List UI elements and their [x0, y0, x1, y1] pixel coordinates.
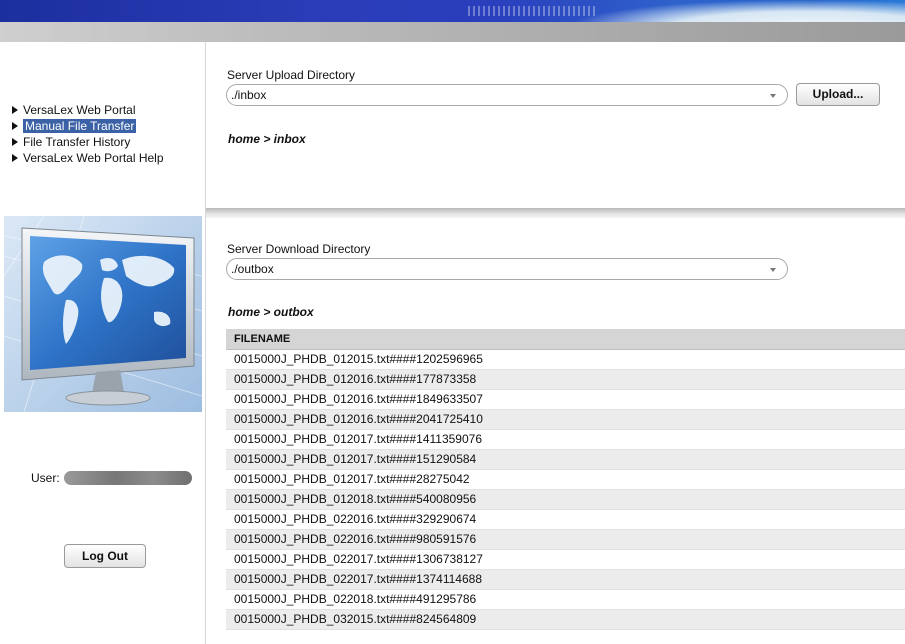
chevron-down-icon	[770, 268, 776, 272]
table-row[interactable]: 0015000J_PHDB_012017.txt####151290584	[226, 450, 905, 470]
nav-item-label: File Transfer History	[23, 135, 131, 149]
user-label: User:	[31, 471, 60, 485]
table-row[interactable]: 0015000J_PHDB_022017.txt####1374114688	[226, 570, 905, 590]
nav-item-help[interactable]: VersaLex Web Portal Help	[12, 150, 164, 166]
column-header-filename[interactable]: FILENAME	[226, 329, 905, 350]
nav-item-web-portal[interactable]: VersaLex Web Portal	[12, 102, 164, 118]
download-breadcrumb: home > outbox	[228, 305, 314, 319]
monitor-world-map-illustration	[4, 216, 202, 412]
upload-button[interactable]: Upload...	[796, 83, 880, 106]
triangle-right-icon	[12, 106, 18, 114]
table-row[interactable]: 0015000J_PHDB_012015.txt####1202596965	[226, 350, 905, 370]
file-table: FILENAME 0015000J_PHDB_012015.txt####120…	[226, 329, 905, 630]
banner-glow	[575, 0, 905, 22]
nav-item-label: Manual File Transfer	[23, 119, 137, 133]
table-row[interactable]: 0015000J_PHDB_022016.txt####329290674	[226, 510, 905, 530]
redacted-username	[63, 471, 192, 485]
header-banner	[0, 0, 905, 22]
triangle-right-icon	[12, 138, 18, 146]
table-row[interactable]: 0015000J_PHDB_012018.txt####540080956	[226, 490, 905, 510]
chevron-down-icon	[770, 94, 776, 98]
download-directory-value: ./outbox	[231, 262, 274, 276]
download-directory-label: Server Download Directory	[227, 242, 371, 256]
nav-item-label: VersaLex Web Portal	[23, 103, 136, 117]
file-table-body: 0015000J_PHDB_012015.txt####1202596965 0…	[226, 350, 905, 630]
user-info: User:	[31, 471, 192, 485]
upload-breadcrumb: home > inbox	[228, 132, 306, 146]
sidebar-nav: VersaLex Web Portal Manual File Transfer…	[12, 102, 164, 166]
table-row[interactable]: 0015000J_PHDB_012017.txt####1411359076	[226, 430, 905, 450]
triangle-right-icon	[12, 154, 18, 162]
section-divider	[206, 208, 905, 218]
table-row[interactable]: 0015000J_PHDB_032015.txt####824564809	[226, 610, 905, 630]
header-toolbar-strip	[0, 22, 905, 42]
table-row[interactable]: 0015000J_PHDB_022017.txt####1306738127	[226, 550, 905, 570]
table-row[interactable]: 0015000J_PHDB_012016.txt####177873358	[226, 370, 905, 390]
logout-button[interactable]: Log Out	[64, 544, 146, 568]
triangle-right-icon	[12, 122, 18, 130]
table-row[interactable]: 0015000J_PHDB_022016.txt####980591576	[226, 530, 905, 550]
nav-item-file-transfer-history[interactable]: File Transfer History	[12, 134, 164, 150]
upload-directory-select[interactable]: ./inbox	[226, 84, 788, 106]
upload-directory-label: Server Upload Directory	[227, 68, 356, 82]
download-directory-select[interactable]: ./outbox	[226, 258, 788, 280]
nav-item-manual-file-transfer[interactable]: Manual File Transfer	[12, 118, 164, 134]
nav-item-label: VersaLex Web Portal Help	[23, 151, 164, 165]
table-row[interactable]: 0015000J_PHDB_012016.txt####1849633507	[226, 390, 905, 410]
table-row[interactable]: 0015000J_PHDB_022018.txt####491295786	[226, 590, 905, 610]
table-row[interactable]: 0015000J_PHDB_012017.txt####28275042	[226, 470, 905, 490]
upload-directory-value: ./inbox	[231, 88, 267, 102]
table-row[interactable]: 0015000J_PHDB_012016.txt####2041725410	[226, 410, 905, 430]
